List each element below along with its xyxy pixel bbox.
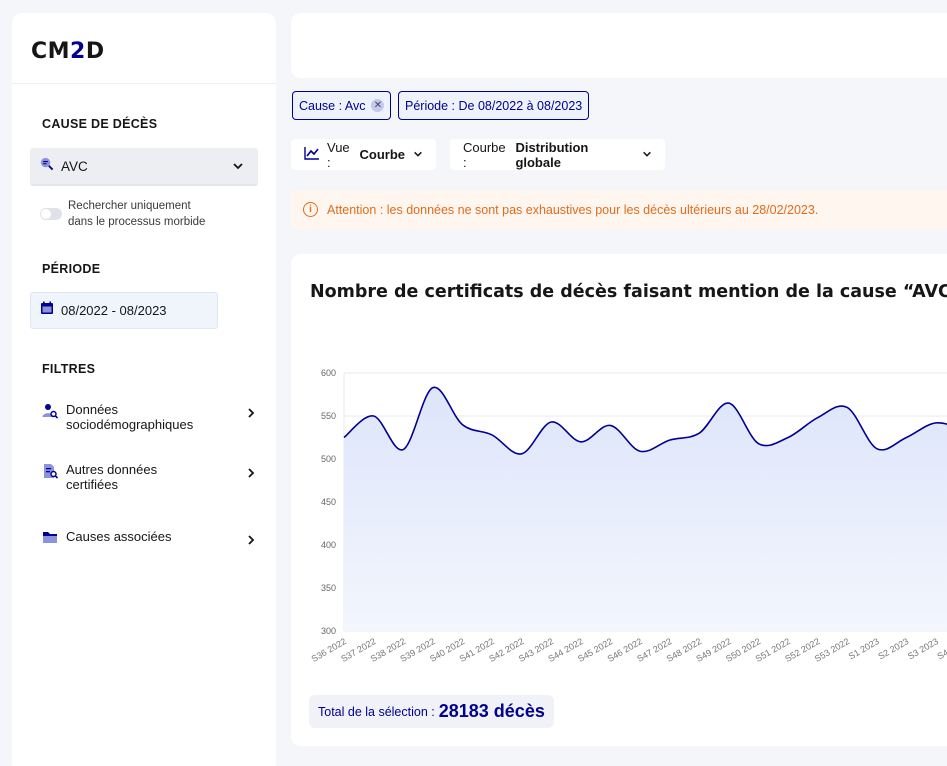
curve-value: Distribution globale	[515, 139, 589, 170]
line-chart-icon	[304, 146, 320, 163]
period-tag-label: Période : De 08/2022 à 08/2023	[405, 98, 583, 113]
y-tick-label: 500	[321, 454, 336, 464]
toggle-label: Rechercher uniquement dans le processus …	[68, 200, 206, 228]
filter-item-sociodemographic[interactable]: Données sociodémographiques	[42, 402, 256, 432]
chevron-right-icon	[246, 406, 256, 424]
series-area	[344, 387, 947, 631]
y-tick-label: 350	[321, 583, 336, 593]
cause-select[interactable]: AVC	[30, 148, 258, 186]
filter-item-label: Autres données certifiées	[66, 462, 158, 492]
filter-item-associated-causes[interactable]: Causes associées	[42, 529, 256, 549]
person-search-icon	[42, 403, 60, 424]
document-search-icon	[42, 463, 60, 484]
chevron-down-icon	[232, 159, 244, 177]
x-tick-label: S4 2023	[936, 636, 947, 661]
period-filter-tag[interactable]: Période : De 08/2022 à 08/2023	[398, 91, 590, 120]
cause-select-value: AVC	[61, 158, 88, 174]
y-tick-label: 450	[321, 497, 336, 507]
close-icon[interactable]: ✕	[371, 99, 385, 112]
chevron-right-icon	[246, 533, 256, 551]
period-section-title: PÉRIODE	[42, 262, 101, 276]
app-logo[interactable]: CM2D	[12, 13, 276, 84]
chart[interactable]: 300350400450500550600S36 2022S37 2022S38…	[291, 254, 947, 694]
cause-tag-label: Cause : Avc	[299, 98, 366, 113]
chevron-down-icon	[642, 147, 652, 162]
view-label: Vue :	[327, 139, 350, 170]
x-tick-label: S1 2023	[847, 636, 881, 661]
folder-icon	[42, 530, 60, 549]
curve-label: Courbe :	[463, 139, 506, 170]
cause-section-title: CAUSE DE DÉCÈS	[42, 117, 158, 131]
cause-filter-tag[interactable]: Cause : Avc ✕	[292, 91, 392, 120]
chevron-right-icon	[246, 466, 256, 484]
view-value: Courbe	[359, 147, 406, 162]
warning-banner: i Attention : les données ne sont pas ex…	[291, 190, 947, 229]
total-value: 28183 décès	[438, 701, 545, 721]
chart-card: Nombre de certificats de décès faisant m…	[291, 254, 947, 746]
info-icon: i	[303, 202, 318, 217]
x-tick-label: S2 2023	[876, 636, 910, 661]
search-list-icon	[39, 156, 54, 176]
view-dropdown[interactable]: Vue : Courbe	[291, 139, 436, 170]
total-label: Total de la sélection :	[318, 704, 435, 719]
total-selection: Total de la sélection : 28183 décès	[309, 695, 554, 728]
warning-text: Attention : les données ne sont pas exha…	[327, 202, 819, 217]
top-bar	[291, 13, 947, 78]
period-value: 08/2022 - 08/2023	[61, 303, 167, 318]
calendar-icon	[40, 301, 54, 320]
y-tick-label: 600	[321, 368, 336, 378]
y-tick-label: 300	[321, 626, 336, 636]
filter-item-other-certified-data[interactable]: Autres données certifiées	[42, 462, 256, 492]
curve-dropdown[interactable]: Courbe : Distribution globale	[450, 139, 665, 170]
period-picker[interactable]: 08/2022 - 08/2023	[30, 292, 218, 329]
chevron-down-icon	[413, 147, 423, 162]
y-tick-label: 550	[321, 411, 336, 421]
x-tick-label: S3 2023	[906, 636, 940, 661]
morbid-process-toggle[interactable]	[40, 208, 62, 220]
filter-item-label: Causes associées	[66, 529, 172, 544]
morbid-process-toggle-row[interactable]: Rechercher uniquement dans le processus …	[40, 199, 205, 230]
sidebar: CM2D CAUSE DE DÉCÈS AVC Rechercher uniqu…	[12, 13, 276, 766]
y-tick-label: 400	[321, 540, 336, 550]
filters-section-title: FILTRES	[42, 362, 96, 376]
filter-item-label: Données sociodémographiques	[66, 402, 194, 432]
